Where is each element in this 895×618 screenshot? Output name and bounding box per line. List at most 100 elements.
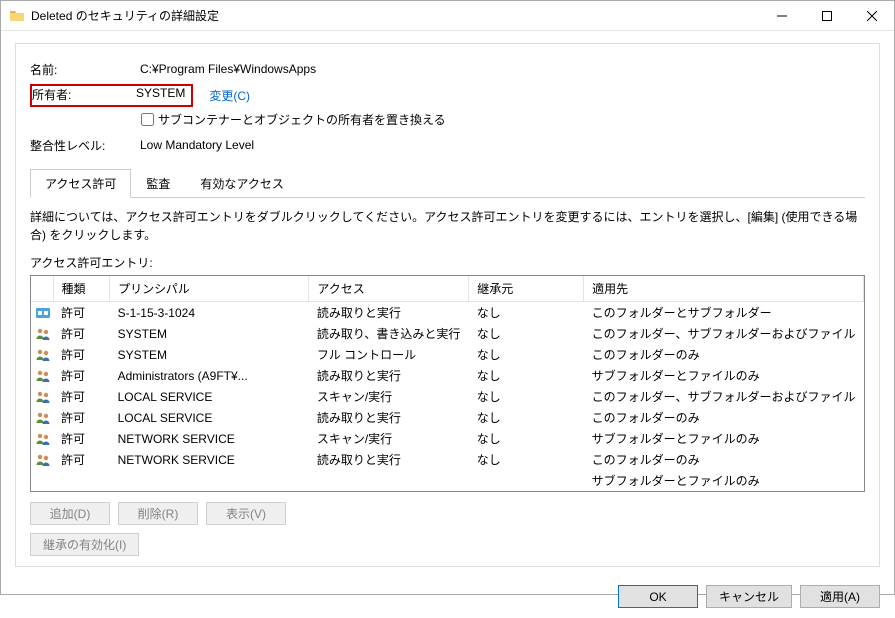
cell-applies: このフォルダーのみ xyxy=(584,449,864,470)
cell-applies: サブフォルダーとファイルのみ xyxy=(584,428,864,449)
table-row[interactable]: 許可SYSTEM読み取り、書き込みと実行なしこのフォルダー、サブフォルダーおよび… xyxy=(31,323,864,344)
replace-owner-row: サブコンテナーとオブジェクトの所有者を置き換える xyxy=(141,111,865,128)
cell-principal: NETWORK SERVICE xyxy=(110,449,309,470)
cell-type: 許可 xyxy=(53,344,110,365)
cancel-button[interactable]: キャンセル xyxy=(706,585,792,608)
cell-applies: このフォルダーとサブフォルダー xyxy=(584,302,864,324)
replace-owner-label: サブコンテナーとオブジェクトの所有者を置き換える xyxy=(158,111,446,128)
cell-applies: このフォルダーのみ xyxy=(584,344,864,365)
remove-button[interactable]: 削除(R) xyxy=(118,502,198,525)
table-row[interactable]: 許可SYSTEMフル コントロールなしこのフォルダーのみ xyxy=(31,344,864,365)
folder-icon xyxy=(9,8,25,24)
col-type[interactable]: 種類 xyxy=(53,276,110,302)
cell-applies: サブフォルダーとファイルのみ xyxy=(584,365,864,386)
table-row[interactable]: 許可NETWORK SERVICEスキャン/実行なしサブフォルダーとファイルのみ xyxy=(31,428,864,449)
cell-access: 読み取りと実行 xyxy=(309,365,469,386)
maximize-button[interactable] xyxy=(804,1,849,30)
table-row[interactable]: 許可LOCAL SERVICE読み取りと実行なしこのフォルダーのみ xyxy=(31,407,864,428)
tab-strip: アクセス許可 監査 有効なアクセス xyxy=(30,168,865,198)
cell-type: 許可 xyxy=(53,365,110,386)
cell-access: 読み取り、書き込みと実行 xyxy=(309,323,469,344)
column-headers: 種類 プリンシパル アクセス 継承元 適用先 xyxy=(31,276,864,302)
integrity-row: 整合性レベル: Low Mandatory Level xyxy=(30,134,865,156)
dialog-footer: OK キャンセル 適用(A) xyxy=(1,575,894,618)
cell-inherited: なし xyxy=(469,407,584,428)
cell-inherited: なし xyxy=(469,449,584,470)
table-row[interactable]: 許可LOCAL SERVICEスキャン/実行なしこのフォルダー、サブフォルダーお… xyxy=(31,386,864,407)
owner-value: SYSTEM xyxy=(136,86,185,103)
principal-icon xyxy=(31,428,53,449)
col-inherited[interactable]: 継承元 xyxy=(469,276,584,302)
description-text: 詳細については、アクセス許可エントリをダブルクリックしてください。アクセス許可エ… xyxy=(30,208,865,244)
principal-icon xyxy=(31,302,53,324)
cell-access: 読み取りと実行 xyxy=(309,449,469,470)
permission-entries-list[interactable]: 種類 プリンシパル アクセス 継承元 適用先 許可S-1-15-3-1024読み… xyxy=(30,275,865,492)
cell-access: 読み取りと実行 xyxy=(309,407,469,428)
cell-type: 許可 xyxy=(53,407,110,428)
cell-access: フル コントロール xyxy=(309,344,469,365)
principal-icon xyxy=(31,386,53,407)
table-row[interactable]: 許可S-1-15-3-1024読み取りと実行なしこのフォルダーとサブフォルダー xyxy=(31,302,864,324)
apply-button[interactable]: 適用(A) xyxy=(800,585,880,608)
cell-inherited: なし xyxy=(469,386,584,407)
inner-frame: 名前: C:¥Program Files¥WindowsApps 所有者: SY… xyxy=(15,43,880,567)
principal-icon xyxy=(31,407,53,428)
tab-effective[interactable]: 有効なアクセス xyxy=(185,169,298,198)
entries-label: アクセス許可エントリ: xyxy=(30,254,865,271)
titlebar: Deleted のセキュリティの詳細設定 xyxy=(1,1,894,31)
principal-icon xyxy=(31,323,53,344)
name-label: 名前: xyxy=(30,61,140,78)
cell-access: 読み取りと実行 xyxy=(309,302,469,324)
col-icon[interactable] xyxy=(31,276,53,302)
cell-applies: このフォルダー、サブフォルダーおよびファイル xyxy=(584,386,864,407)
cell-applies: このフォルダー、サブフォルダーおよびファイル xyxy=(584,323,864,344)
table-row[interactable]: サブフォルダーとファイルのみ xyxy=(31,470,864,491)
add-button[interactable]: 追加(D) xyxy=(30,502,110,525)
cell-type: 許可 xyxy=(53,386,110,407)
ok-button[interactable]: OK xyxy=(618,585,698,608)
table-row[interactable]: 許可Administrators (A9FT¥...読み取りと実行なしサブフォル… xyxy=(31,365,864,386)
name-row: 名前: C:¥Program Files¥WindowsApps xyxy=(30,58,865,80)
inherit-buttons: 継承の有効化(I) xyxy=(30,533,865,556)
cell-principal: LOCAL SERVICE xyxy=(110,407,309,428)
cell-principal: S-1-15-3-1024 xyxy=(110,302,309,324)
view-button[interactable]: 表示(V) xyxy=(206,502,286,525)
close-button[interactable] xyxy=(849,1,894,30)
cell-applies: サブフォルダーとファイルのみ xyxy=(584,470,864,491)
cell-type: 許可 xyxy=(53,323,110,344)
enable-inheritance-button[interactable]: 継承の有効化(I) xyxy=(30,533,139,556)
minimize-button[interactable] xyxy=(759,1,804,30)
security-dialog: Deleted のセキュリティの詳細設定 名前: C:¥Program File… xyxy=(0,0,895,595)
table-row[interactable]: 許可NETWORK SERVICE読み取りと実行なしこのフォルダーのみ xyxy=(31,449,864,470)
cell-inherited: なし xyxy=(469,344,584,365)
window-title: Deleted のセキュリティの詳細設定 xyxy=(31,7,759,24)
principal-icon xyxy=(31,365,53,386)
cell-type: 許可 xyxy=(53,428,110,449)
col-applies[interactable]: 適用先 xyxy=(584,276,864,302)
col-access[interactable]: アクセス xyxy=(309,276,469,302)
header-fields: 名前: C:¥Program Files¥WindowsApps 所有者: SY… xyxy=(30,58,865,160)
tab-auditing[interactable]: 監査 xyxy=(131,169,185,198)
tab-permissions[interactable]: アクセス許可 xyxy=(30,169,131,198)
cell-inherited: なし xyxy=(469,428,584,449)
cell-principal: LOCAL SERVICE xyxy=(110,386,309,407)
cell-access: スキャン/実行 xyxy=(309,386,469,407)
entry-buttons: 追加(D) 削除(R) 表示(V) xyxy=(30,502,865,525)
owner-highlight: 所有者: SYSTEM xyxy=(30,84,193,107)
content-area: 名前: C:¥Program Files¥WindowsApps 所有者: SY… xyxy=(1,31,894,575)
cell-principal: SYSTEM xyxy=(110,344,309,365)
window-buttons xyxy=(759,1,894,30)
change-owner-link[interactable]: 変更(C) xyxy=(209,87,250,104)
cell-type: 許可 xyxy=(53,449,110,470)
cell-inherited: なし xyxy=(469,302,584,324)
integrity-value: Low Mandatory Level xyxy=(140,138,254,152)
col-principal[interactable]: プリンシパル xyxy=(110,276,309,302)
principal-icon xyxy=(31,344,53,365)
integrity-label: 整合性レベル: xyxy=(30,137,140,154)
cell-inherited: なし xyxy=(469,323,584,344)
name-value: C:¥Program Files¥WindowsApps xyxy=(140,62,316,76)
owner-label: 所有者: xyxy=(32,86,136,103)
replace-owner-checkbox[interactable] xyxy=(141,113,154,126)
cell-access: スキャン/実行 xyxy=(309,428,469,449)
principal-icon xyxy=(31,449,53,470)
